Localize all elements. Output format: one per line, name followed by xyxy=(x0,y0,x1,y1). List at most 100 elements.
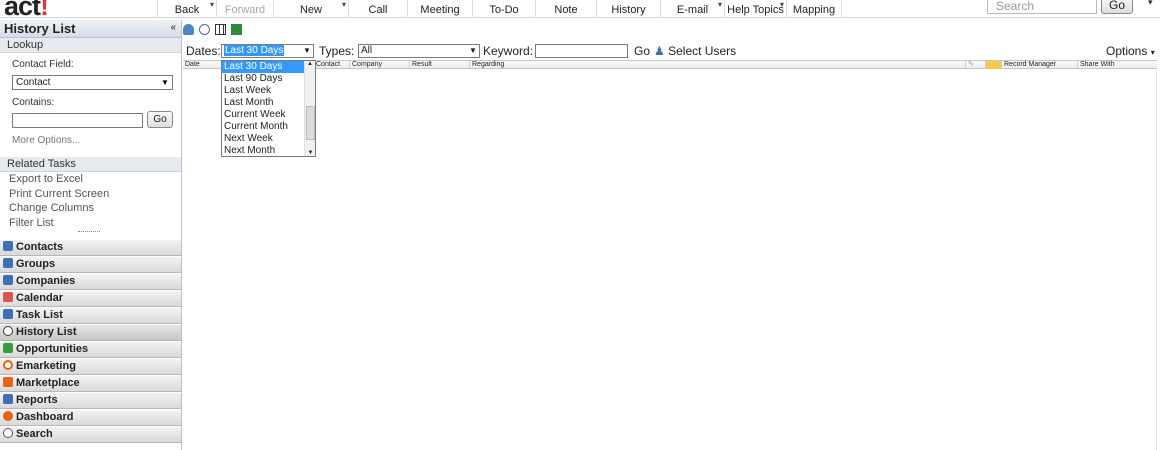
lookup-icon[interactable] xyxy=(199,24,211,35)
nav-calendar[interactable]: Calendar xyxy=(0,290,181,307)
excel-icon[interactable] xyxy=(231,24,243,35)
related-tasks-list: Export to Excel Print Current Screen Cha… xyxy=(0,172,181,230)
lock-icon[interactable] xyxy=(985,61,1001,69)
opportunities-icon xyxy=(3,343,13,353)
chevron-down-icon[interactable]: ▾ xyxy=(1148,0,1153,8)
sidebar: History List « Lookup Contact Field: Con… xyxy=(0,20,182,450)
task-filter-list[interactable]: Filter List xyxy=(0,216,181,231)
dates-select[interactable]: Last 30 Days ▼ xyxy=(221,44,314,58)
column-header-contact[interactable]: Contact xyxy=(313,61,349,69)
collapse-icon[interactable]: « xyxy=(170,22,176,33)
sidebar-header: History List « xyxy=(0,20,181,38)
history-icon xyxy=(3,326,13,336)
resize-handle[interactable] xyxy=(78,231,100,234)
new-button[interactable]: New ▾ xyxy=(273,0,348,18)
chevron-down-icon[interactable]: ▾ xyxy=(1151,48,1155,57)
list-toolbar xyxy=(183,24,244,38)
chevron-down-icon[interactable]: ▼ xyxy=(158,76,172,89)
lookup-go-button[interactable]: Go xyxy=(147,111,173,128)
nav-opportunities[interactable]: Opportunities xyxy=(0,341,181,358)
task-list-icon xyxy=(3,309,13,319)
dropdown-scrollbar[interactable]: ▲ ▼ xyxy=(304,61,315,156)
chevron-down-icon[interactable]: ▼ xyxy=(301,45,313,57)
grid-body[interactable] xyxy=(183,70,1157,450)
contains-input[interactable] xyxy=(12,113,143,128)
attachment-icon[interactable]: ✎ xyxy=(965,61,985,69)
task-export-excel[interactable]: Export to Excel xyxy=(0,172,181,187)
contains-label: Contains: xyxy=(12,97,55,108)
lookup-panel-title[interactable]: Lookup xyxy=(0,38,181,53)
main-toolbar: act! Back ▾ Forward New ▾ Call Meeting To-… xyxy=(0,0,1160,21)
dates-option[interactable]: Last 30 Days xyxy=(222,61,304,73)
column-header-record-manager[interactable]: Record Manager xyxy=(1001,61,1077,69)
column-header-regarding[interactable]: Regarding xyxy=(469,61,965,69)
nav-emarketing[interactable]: Emarketing xyxy=(0,358,181,375)
task-print-screen[interactable]: Print Current Screen xyxy=(0,187,181,202)
scroll-up-icon[interactable]: ▲ xyxy=(305,61,315,67)
types-select[interactable]: All ▼ xyxy=(358,44,480,58)
chevron-down-icon[interactable]: ▾ xyxy=(718,0,722,13)
act-logo: act! xyxy=(4,0,49,21)
dates-dropdown-list[interactable]: Last 30 Days Last 90 Days Last Week Last… xyxy=(221,60,316,157)
scrollbar-thumb[interactable] xyxy=(306,106,315,140)
chevron-down-icon[interactable]: ▼ xyxy=(467,45,479,57)
marketplace-icon xyxy=(3,377,13,387)
nav-search[interactable]: Search xyxy=(0,426,181,443)
help-topics-button[interactable]: Help Topics ▾ xyxy=(724,0,786,18)
dates-label: Dates: xyxy=(186,44,221,58)
keyword-go-button[interactable]: Go xyxy=(634,44,650,58)
search-input[interactable]: Search xyxy=(987,0,1097,14)
dashboard-icon xyxy=(3,411,13,421)
dates-option[interactable]: Next Week xyxy=(222,133,304,145)
dates-option[interactable]: Last Month xyxy=(222,97,304,109)
history-button[interactable]: History xyxy=(596,0,660,18)
email-button[interactable]: E-mail ▾ xyxy=(660,0,724,18)
types-label: Types: xyxy=(319,44,355,58)
dates-option[interactable]: Current Month xyxy=(222,121,304,133)
nav-marketplace[interactable]: Marketplace xyxy=(0,375,181,392)
nav-history-list[interactable]: History List xyxy=(0,324,181,341)
call-button[interactable]: Call xyxy=(348,0,407,18)
column-header-share-with[interactable]: Share With xyxy=(1077,61,1157,69)
scroll-down-icon[interactable]: ▼ xyxy=(305,150,316,156)
grid-header: Date Contact Company Result Regarding ✎ … xyxy=(183,60,1157,69)
companies-icon xyxy=(3,275,13,285)
nav-dashboard[interactable]: Dashboard xyxy=(0,409,181,426)
dates-option[interactable]: Last 90 Days xyxy=(222,73,304,85)
dates-option[interactable]: Current Week xyxy=(222,109,304,121)
nav-task-list[interactable]: Task List xyxy=(0,307,181,324)
sidebar-title: History List xyxy=(4,21,76,36)
todo-button[interactable]: To-Do xyxy=(472,0,535,18)
column-header-result[interactable]: Result xyxy=(409,61,469,69)
nav-contacts[interactable]: Contacts xyxy=(0,239,181,256)
filter-icon[interactable] xyxy=(183,24,194,35)
related-tasks-title[interactable]: Related Tasks xyxy=(0,157,181,172)
keyword-input[interactable] xyxy=(535,44,628,58)
nav-reports[interactable]: Reports xyxy=(0,392,181,409)
dates-option[interactable]: Next Month xyxy=(222,145,304,157)
mapping-button[interactable]: Mapping xyxy=(786,0,842,18)
back-button[interactable]: Back ▾ xyxy=(157,0,216,18)
reports-icon xyxy=(3,394,13,404)
keyword-label: Keyword: xyxy=(483,44,534,58)
meeting-button[interactable]: Meeting xyxy=(407,0,472,18)
search-icon xyxy=(3,428,13,438)
dates-option[interactable]: Last Week xyxy=(222,85,304,97)
nav-groups[interactable]: Groups xyxy=(0,256,181,273)
column-header-date[interactable]: Date xyxy=(183,61,221,69)
more-options-link[interactable]: More Options... xyxy=(0,135,80,146)
task-change-columns[interactable]: Change Columns xyxy=(0,201,181,216)
filter-bar: Dates: Last 30 Days ▼ Types: All ▼ Keywo… xyxy=(186,43,1156,59)
nav-companies[interactable]: Companies xyxy=(0,273,181,290)
forward-button[interactable]: Forward xyxy=(216,0,273,18)
note-button[interactable]: Note xyxy=(535,0,596,18)
columns-icon[interactable] xyxy=(215,24,227,35)
chevron-down-icon[interactable]: ▾ xyxy=(342,0,346,13)
chevron-down-icon[interactable]: ▾ xyxy=(780,0,784,13)
contact-field-select[interactable]: Contact ▼ xyxy=(12,75,173,90)
search-go-button[interactable]: Go xyxy=(1101,0,1133,14)
chevron-down-icon[interactable]: ▾ xyxy=(210,0,214,13)
column-header-company[interactable]: Company xyxy=(349,61,409,69)
options-menu[interactable]: Options ▾ xyxy=(1106,44,1155,58)
select-users-button[interactable]: ♟ Select Users xyxy=(654,44,736,58)
